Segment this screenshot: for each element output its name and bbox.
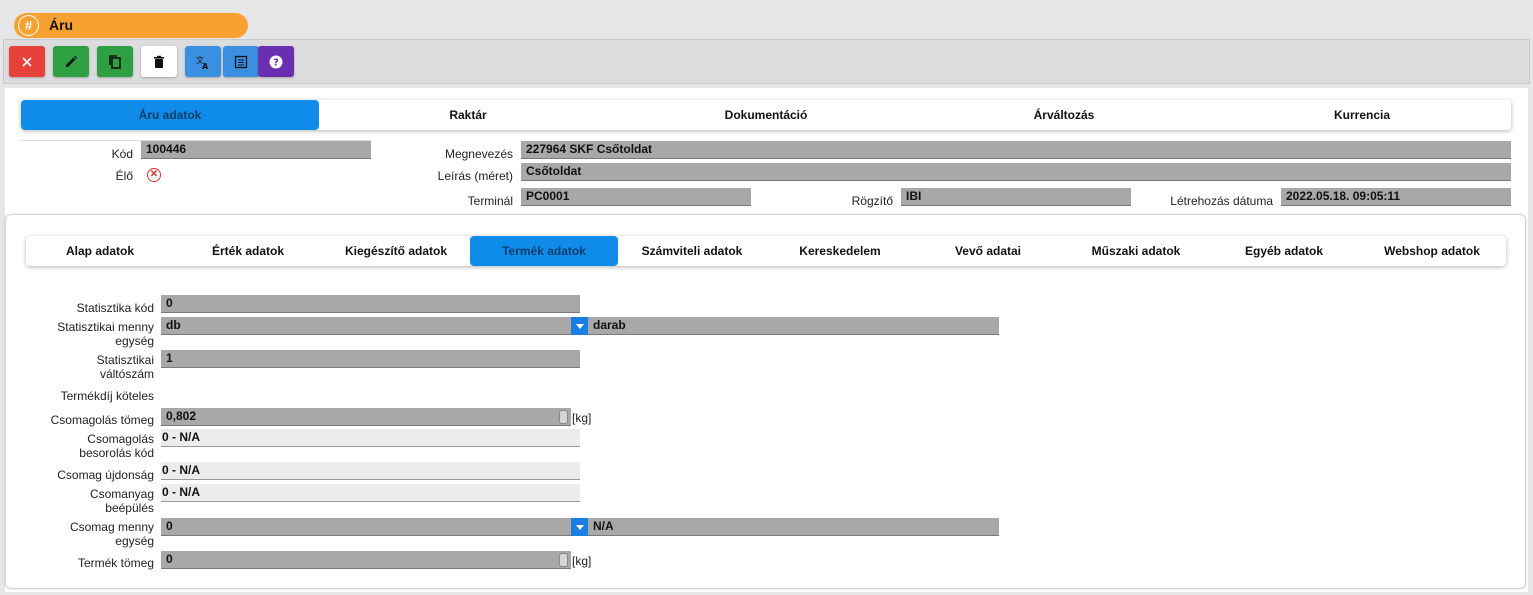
edit-button[interactable] [53, 46, 89, 77]
close-button[interactable] [9, 46, 45, 77]
megnevezes-field[interactable]: 227964 SKF Csőtoldat [521, 141, 1511, 159]
toolbar: 文A ? [3, 39, 1530, 84]
statisztika-kod-field[interactable]: 0 [161, 295, 580, 313]
csom-tomeg-field[interactable]: 0,802 [161, 408, 571, 426]
csom-ujdonsag-label: Csomag újdonság [57, 468, 154, 482]
kod-field[interactable]: 100446 [141, 141, 371, 159]
csom-menny-desc: N/A [588, 518, 999, 536]
tab-aru-adatok[interactable]: Áru adatok [21, 100, 319, 130]
megnevezes-label: Megnevezés [444, 147, 513, 161]
tab-szamviteli-adatok[interactable]: Számviteli adatok [618, 236, 766, 266]
letrehozas-field[interactable]: 2022.05.18. 09:05:11 [1281, 188, 1511, 206]
csomanyag-label: Csomanyag beépülés [16, 487, 154, 515]
translate-icon: 文A [196, 55, 209, 70]
tab-kereskedelem[interactable]: Kereskedelem [766, 236, 914, 266]
help-button[interactable]: ? [258, 46, 294, 77]
terminal-label: Terminál [467, 194, 513, 208]
hash-icon: # [16, 13, 41, 38]
stat-valtoszam-label-line2: váltószám [99, 367, 154, 381]
chevron-down-icon[interactable] [571, 518, 588, 536]
tab-egyeb-adatok[interactable]: Egyéb adatok [1210, 236, 1358, 266]
csomanyag-label-line2: beépülés [105, 501, 154, 515]
translate-button[interactable]: 文A [185, 46, 221, 77]
tab-webshop-adatok[interactable]: Webshop adatok [1358, 236, 1506, 266]
inactive-x-icon: ✕ [147, 168, 161, 182]
stat-menny-label-line1: Statisztikai menny [57, 320, 154, 334]
termek-tomeg-label: Termék tömeg [77, 556, 154, 570]
window-title: Áru [49, 17, 74, 33]
leiras-label: Leírás (méret) [437, 169, 513, 183]
tab-vevo-adatai[interactable]: Vevő adatai [914, 236, 1062, 266]
tab-raktar[interactable]: Raktár [319, 100, 617, 130]
svg-text:?: ? [273, 57, 279, 68]
main-content: Áru adatok Raktár Dokumentáció Árváltozá… [5, 88, 1528, 592]
stat-menny-label: Statisztikai menny egység [16, 320, 154, 348]
tab-alap-adatok[interactable]: Alap adatok [26, 236, 174, 266]
tab-ertek-adatok[interactable]: Érték adatok [174, 236, 322, 266]
trash-icon [154, 55, 164, 68]
csom-besorolas-label-line2: besorolás kód [79, 446, 154, 460]
termek-adatok-panel: Alap adatok Érték adatok Kiegészítő adat… [5, 214, 1526, 589]
stat-valtoszam-label: Statisztikai váltószám [16, 353, 154, 381]
termekdij-label: Termékdíj köteles [60, 389, 154, 403]
tab-muszaki-adatok[interactable]: Műszaki adatok [1062, 236, 1210, 266]
stat-menny-label-line2: egység [115, 334, 154, 348]
copy-icon [109, 54, 121, 69]
chevron-down-icon[interactable] [571, 317, 588, 335]
top-tab-bar: Áru adatok Raktár Dokumentáció Árváltozá… [21, 100, 1511, 130]
close-icon [22, 56, 32, 67]
tab-termek-adatok[interactable]: Termék adatok [470, 236, 618, 266]
list-button[interactable] [223, 46, 259, 77]
stat-valtoszam-label-line1: Statisztikai [96, 353, 154, 367]
sub-tab-bar: Alap adatok Érték adatok Kiegészítő adat… [26, 236, 1506, 266]
csom-besorolas-select[interactable]: 0 - N/A [161, 429, 580, 447]
list-icon [234, 55, 248, 68]
csom-tomeg-label: Csomagolás tömeg [50, 413, 154, 427]
csom-besorolas-label-line1: Csomagolás [87, 432, 154, 446]
rogzito-label: Rögzítő [851, 194, 893, 208]
tab-dokumentacio[interactable]: Dokumentáció [617, 100, 915, 130]
termek-tomeg-field[interactable]: 0 [161, 551, 571, 569]
statisztika-kod-label: Statisztika kód [76, 301, 154, 315]
stat-menny-desc: darab [588, 317, 999, 335]
rogzito-field[interactable]: IBI [901, 188, 1131, 206]
delete-button[interactable] [141, 46, 177, 77]
copy-button[interactable] [97, 46, 133, 77]
letrehozas-label: Létrehozás dátuma [1170, 194, 1273, 208]
stat-menny-select[interactable]: db [161, 317, 572, 335]
csomanyag-select[interactable]: 0 - N/A [161, 484, 580, 502]
help-icon: ? [269, 55, 283, 68]
csom-menny-label: Csomag menny egység [16, 520, 154, 548]
svg-text:A: A [202, 62, 209, 70]
stepper-icon[interactable] [559, 553, 568, 567]
kod-label: Kód [111, 147, 133, 161]
stat-valtoszam-field[interactable]: 1 [161, 350, 580, 368]
csom-tomeg-unit: [kg] [572, 411, 592, 425]
elo-label: Élő [115, 169, 133, 183]
tab-arvaltozas[interactable]: Árváltozás [915, 100, 1213, 130]
termek-tomeg-unit: [kg] [572, 554, 592, 568]
tab-kiegeszito-adatok[interactable]: Kiegészítő adatok [322, 236, 470, 266]
pencil-icon [66, 55, 78, 67]
terminal-field[interactable]: PC0001 [521, 188, 751, 206]
csom-menny-select[interactable]: 0 [161, 518, 572, 536]
csom-ujdonsag-select[interactable]: 0 - N/A [161, 462, 580, 480]
csom-besorolas-label: Csomagolás besorolás kód [16, 432, 154, 460]
leiras-field[interactable]: Csőtoldat [521, 163, 1511, 181]
tab-kurrencia[interactable]: Kurrencia [1213, 100, 1511, 130]
stepper-icon[interactable] [559, 410, 568, 424]
csom-menny-label-line2: egység [115, 534, 154, 548]
window-title-bar: # Áru [14, 13, 248, 38]
csomanyag-label-line1: Csomanyag [89, 487, 154, 501]
csom-menny-label-line1: Csomag menny [69, 520, 154, 534]
